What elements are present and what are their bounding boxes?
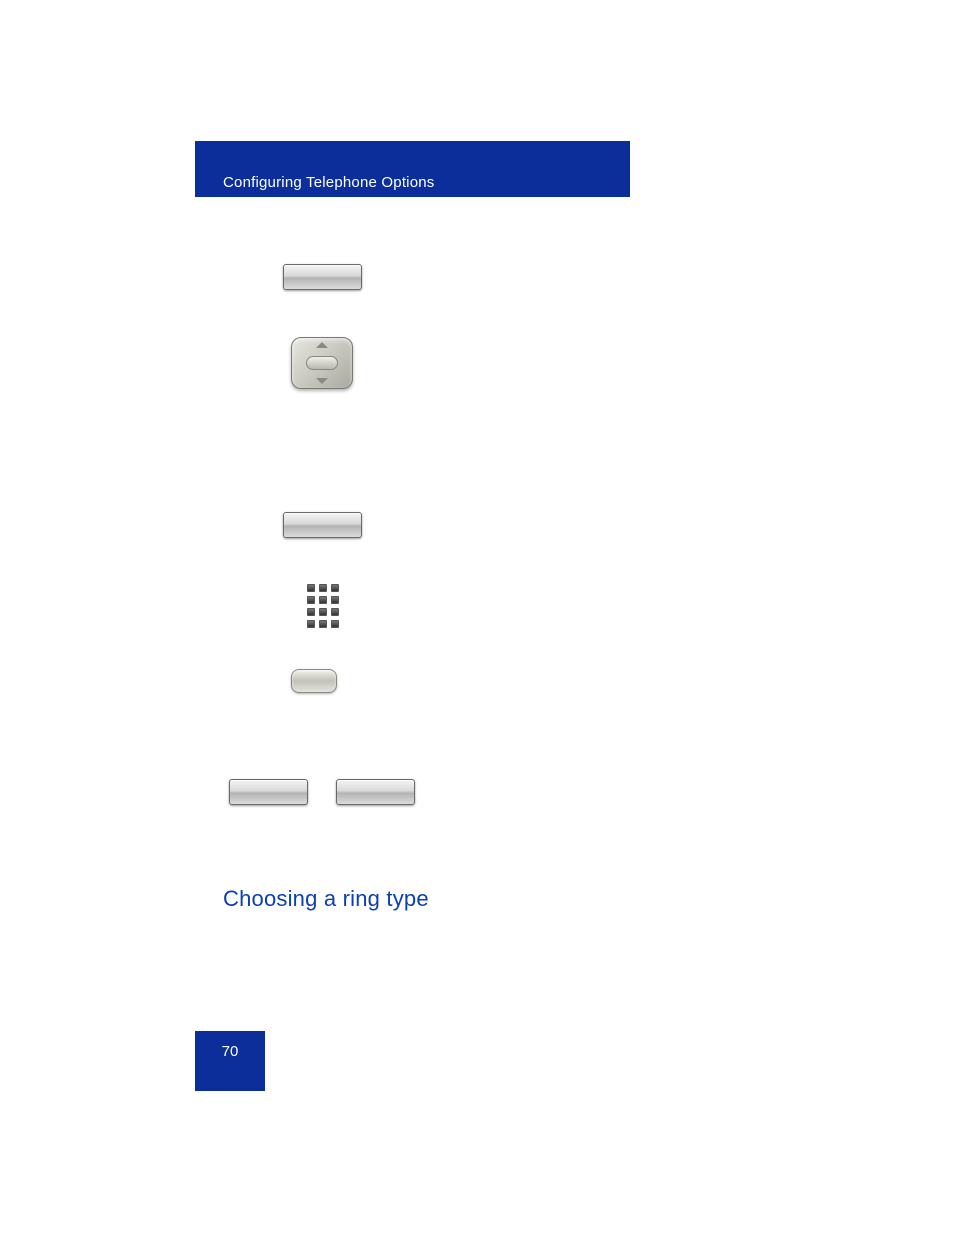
page-header-title: Configuring Telephone Options bbox=[223, 174, 435, 191]
page-number: 70 bbox=[222, 1043, 239, 1060]
softkey-button bbox=[283, 264, 362, 290]
softkey-button-left bbox=[229, 779, 308, 805]
page-header: Configuring Telephone Options bbox=[195, 141, 630, 197]
enter-button-icon bbox=[291, 669, 337, 693]
page-footer: 70 bbox=[195, 1031, 265, 1091]
navigation-pad-icon bbox=[291, 337, 353, 389]
dialpad-icon bbox=[307, 584, 339, 628]
softkey-button bbox=[283, 512, 362, 538]
section-heading: Choosing a ring type bbox=[223, 886, 429, 912]
navigation-pad-center bbox=[306, 356, 338, 370]
softkey-button-right bbox=[336, 779, 415, 805]
